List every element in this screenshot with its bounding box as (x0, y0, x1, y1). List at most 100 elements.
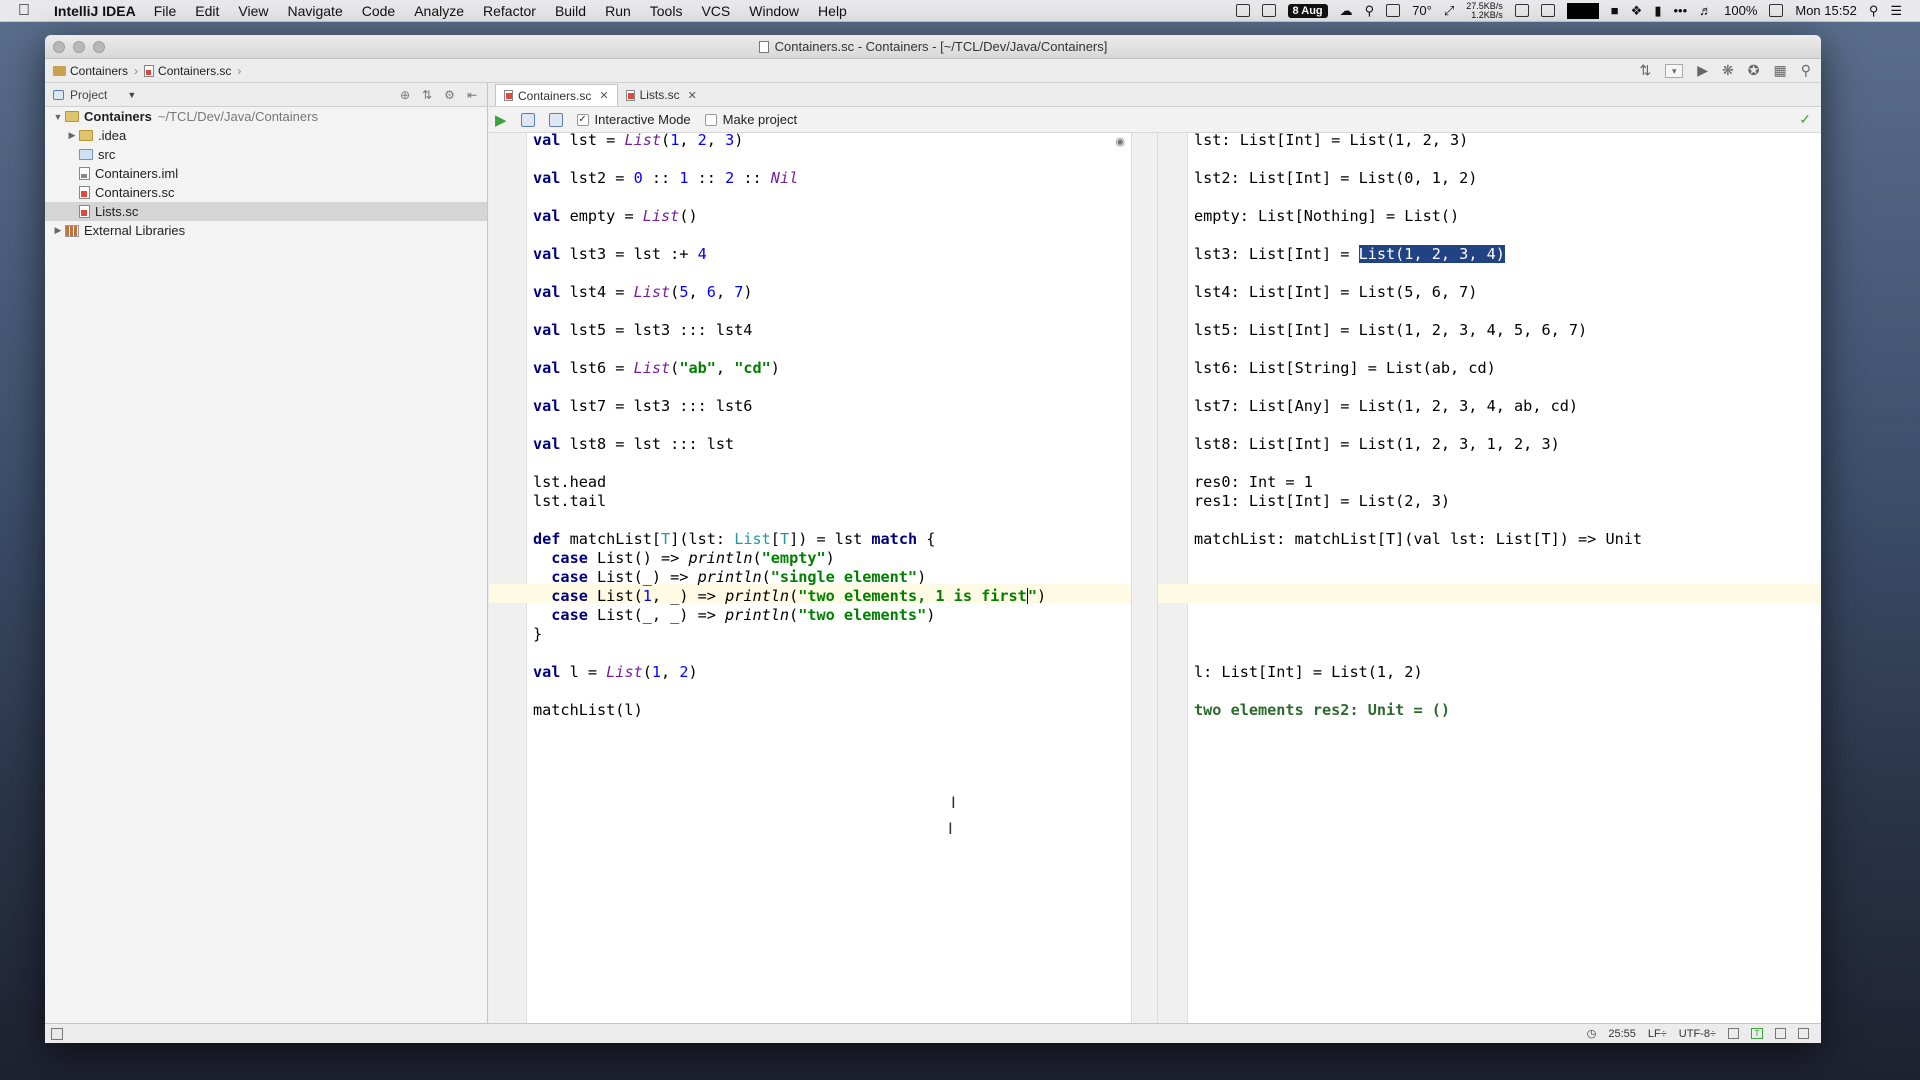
tab-label: Lists.sc (639, 88, 680, 102)
clean-worksheet-icon[interactable] (520, 112, 535, 127)
tree-item-idea[interactable]: ▶ .idea (45, 126, 487, 145)
folder-tray-icon[interactable]: ▮ (1654, 3, 1661, 19)
network-speed[interactable]: 27.5KB/s 1.2KB/s (1466, 1, 1503, 20)
worksheet-output[interactable]: lst: List[Int] = List(1, 2, 3) lst2: Lis… (1158, 131, 1821, 1029)
menu-edit[interactable]: Edit (195, 3, 219, 19)
expand-arrow-icon[interactable]: ▼ (51, 112, 65, 122)
scroll-from-source-icon[interactable]: ⊕ (400, 88, 410, 102)
menu-analyze[interactable]: Analyze (414, 3, 464, 19)
menu-file[interactable]: File (154, 3, 177, 19)
vcs-update-icon[interactable]: ⇅ (1640, 62, 1652, 79)
dropbox-icon[interactable]: ❖ (1631, 3, 1643, 19)
no-problems-icon: ✓ (1799, 111, 1811, 127)
tool-windows-toggle-icon[interactable] (51, 1027, 63, 1040)
menu-build[interactable]: Build (555, 3, 586, 19)
interactive-mode-checkbox[interactable]: ✓ Interactive Mode (576, 112, 691, 127)
collapse-arrow-icon[interactable]: ▶ (51, 225, 65, 236)
menu-view[interactable]: View (238, 3, 268, 19)
eye-icon[interactable]: ◉ (1115, 135, 1125, 148)
volume-icon[interactable]: ♬ (1699, 3, 1712, 18)
tree-item-label: Containers.iml (95, 166, 179, 181)
menu-help[interactable]: Help (818, 3, 847, 19)
make-project-label: Make project (722, 112, 798, 127)
breadcrumb-file[interactable]: Containers.sc (158, 64, 231, 78)
menu-refactor[interactable]: Refactor (483, 3, 536, 19)
project-structure-icon[interactable]: ▦ (1774, 62, 1787, 79)
caret-position[interactable]: 25:55 (1608, 1028, 1636, 1040)
menu-run[interactable]: Run (605, 3, 631, 19)
chevron-down-icon[interactable]: ▼ (127, 90, 136, 100)
copy-worksheet-icon[interactable] (548, 112, 563, 127)
battery-icon[interactable] (1769, 4, 1784, 17)
scala-file-icon (79, 205, 90, 218)
tree-item-src[interactable]: src (45, 145, 487, 164)
collapse-arrow-icon[interactable]: ▶ (65, 130, 79, 141)
breadcrumb-project[interactable]: Containers (70, 64, 128, 78)
weather-temperature[interactable]: 70° (1412, 3, 1432, 18)
location-icon[interactable]: ⚲ (1365, 3, 1375, 19)
tree-item-containers[interactable]: ▼ Containers ~/TCL/Dev/Java/Containers (45, 107, 487, 126)
editor-gutter[interactable] (489, 133, 527, 1029)
resize-icon[interactable]: ⤢ (1444, 3, 1454, 19)
tray-app-icon[interactable] (1235, 4, 1250, 17)
close-tab-icon[interactable]: ✕ (688, 89, 697, 102)
close-window-button[interactable] (53, 41, 65, 53)
tray-misc-icon[interactable]: ■ (1611, 3, 1619, 18)
tab-containers-sc[interactable]: Containers.sc ✕ (495, 84, 618, 106)
memory-meter-icon[interactable] (1540, 4, 1555, 17)
lock-icon[interactable] (1728, 1028, 1739, 1039)
editor-tabs: Containers.sc ✕ Lists.sc ✕ (489, 83, 1821, 107)
checkbox-unchecked-icon (704, 113, 717, 126)
keyboard-icon[interactable] (1386, 4, 1401, 17)
menu-code[interactable]: Code (362, 3, 395, 19)
run-icon[interactable]: ▶ (1697, 62, 1708, 79)
menu-tools[interactable]: Tools (650, 3, 683, 19)
debug-icon[interactable]: ❋ (1722, 62, 1734, 79)
splitter-handle[interactable] (1131, 133, 1158, 1029)
zoom-window-button[interactable] (93, 41, 105, 53)
scala-indicator-icon[interactable]: T (1751, 1028, 1763, 1039)
tree-item-external-libraries[interactable]: ▶ External Libraries (45, 221, 487, 240)
activity-graph-icon[interactable] (1566, 2, 1599, 19)
minimize-window-button[interactable] (73, 41, 85, 53)
event-log-icon[interactable] (1798, 1028, 1809, 1039)
make-project-checkbox[interactable]: Make project (704, 112, 798, 127)
tree-item-containers-sc[interactable]: Containers.sc (45, 183, 487, 202)
screen-capture-icon[interactable] (1261, 4, 1276, 17)
menu-navigate[interactable]: Navigate (287, 3, 342, 19)
coverage-icon[interactable]: ✪ (1748, 62, 1760, 79)
breadcrumb-separator: › (237, 63, 242, 78)
cloud-icon[interactable]: ☁ (1340, 3, 1353, 19)
hide-pane-icon[interactable]: ⇤ (467, 88, 477, 102)
spotlight-search-icon[interactable]: ⚲ (1869, 3, 1879, 19)
tree-item-lists-sc[interactable]: Lists.sc (45, 202, 487, 221)
line-separator[interactable]: LF÷ (1648, 1028, 1667, 1040)
app-name-menu[interactable]: IntelliJ IDEA (54, 3, 136, 19)
breadcrumb-separator: › (134, 63, 139, 78)
more-icon[interactable]: ••• (1673, 3, 1687, 18)
search-everywhere-icon[interactable]: ⚲ (1801, 62, 1811, 79)
output-line: lst3: List[Int] = List(1, 2, 3, 4) (1194, 245, 1505, 263)
project-view-selector[interactable]: Project (70, 88, 107, 102)
apple-menu-icon[interactable]:  (18, 2, 40, 20)
tab-lists-sc[interactable]: Lists.sc ✕ (618, 84, 705, 106)
code-editor[interactable]: ◉ val lst = List(1, 2, 3) val lst2 = 0 :… (489, 131, 1131, 1029)
battery-percent[interactable]: 100% (1724, 3, 1757, 18)
run-config-dropdown[interactable]: ▾ (1665, 63, 1684, 78)
file-encoding[interactable]: UTF-8÷ (1679, 1028, 1716, 1040)
notification-center-icon[interactable]: ☰ (1890, 3, 1902, 19)
collapse-all-icon[interactable]: ⇅ (422, 88, 432, 102)
tree-item-containers-iml[interactable]: Containers.iml (45, 164, 487, 183)
code-line: } (533, 625, 543, 643)
menu-vcs[interactable]: VCS (701, 3, 730, 19)
inspector-icon[interactable] (1775, 1028, 1786, 1039)
gear-icon[interactable]: ⚙ (444, 88, 455, 102)
menu-window[interactable]: Window (749, 3, 799, 19)
evaluate-worksheet-icon[interactable]: ▶ (495, 111, 507, 129)
close-tab-icon[interactable]: ✕ (599, 89, 608, 102)
cpu-meter-icon[interactable] (1514, 4, 1529, 17)
clock[interactable]: Mon 15:52 (1795, 3, 1856, 18)
calendar-date-badge[interactable]: 8 Aug (1287, 3, 1328, 18)
scala-file-icon (79, 186, 90, 199)
event-clock-icon[interactable]: ◷ (1587, 1027, 1597, 1040)
